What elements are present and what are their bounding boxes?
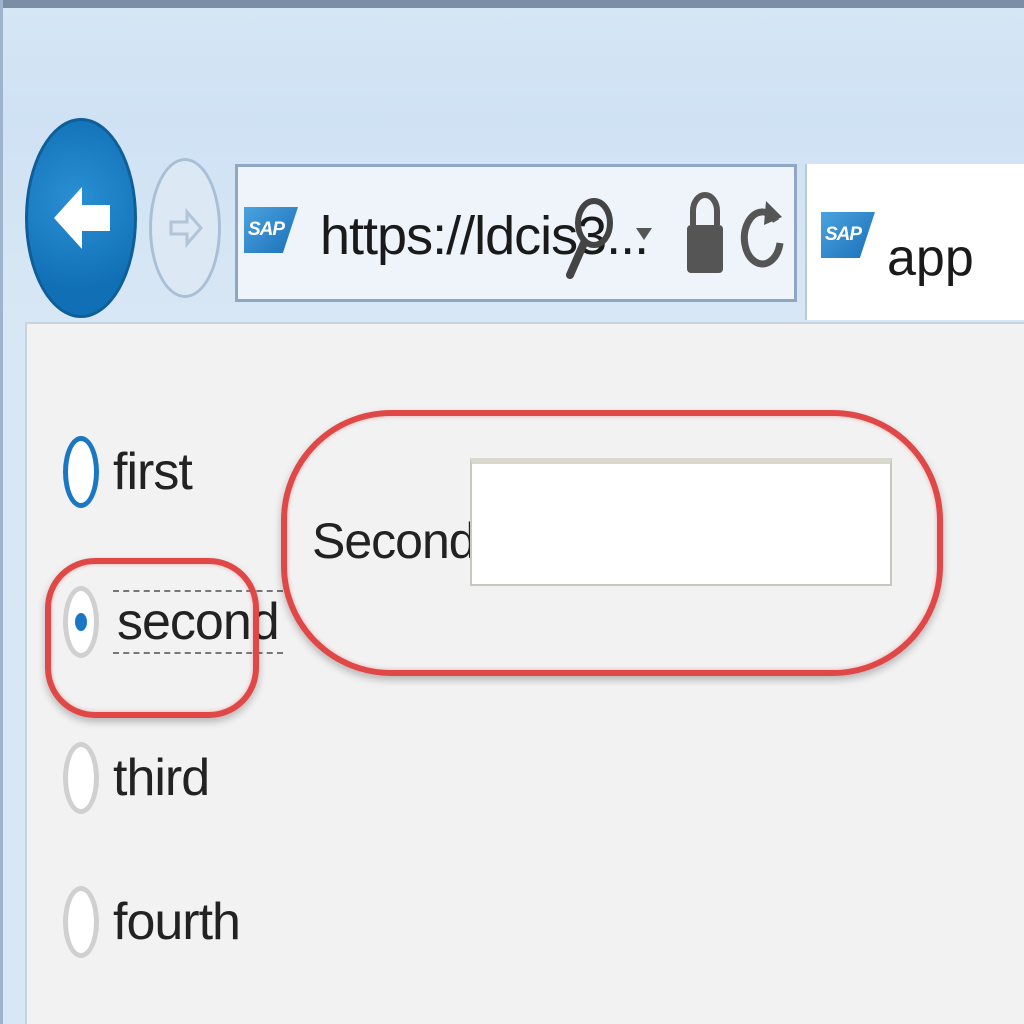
radio-option-first[interactable]: first (63, 436, 193, 508)
radio-button[interactable] (63, 742, 99, 814)
page-content: first second third fourth Second: (25, 322, 1024, 1024)
radio-label: fourth (113, 893, 241, 951)
refresh-icon[interactable] (738, 191, 786, 277)
radio-label: first (113, 443, 193, 501)
window-top-edge (3, 0, 1024, 8)
browser-tab[interactable]: SAP app (805, 164, 1024, 320)
highlight-field-group (281, 410, 943, 676)
radio-button[interactable] (63, 886, 99, 958)
browser-window: SAP https://ldcis3... SAP app first seco… (0, 0, 1024, 1024)
radio-option-fourth[interactable]: fourth (63, 886, 241, 958)
address-bar[interactable]: SAP https://ldcis3... (235, 164, 797, 302)
highlight-selected-radio (45, 558, 259, 718)
radio-option-third[interactable]: third (63, 742, 210, 814)
forward-button[interactable] (149, 158, 221, 298)
dropdown-arrow-icon[interactable] (634, 225, 654, 243)
tab-title: app (887, 229, 974, 287)
sap-logo-text: SAP (825, 224, 862, 245)
radio-button[interactable] (63, 436, 99, 508)
sap-logo-icon: SAP (244, 207, 298, 253)
arrow-right-icon (169, 208, 203, 248)
back-button[interactable] (25, 118, 137, 318)
arrow-left-icon (54, 187, 110, 249)
radio-label: third (113, 749, 210, 807)
sap-logo-text: SAP (248, 219, 285, 240)
lock-icon[interactable] (684, 191, 726, 277)
search-icon[interactable] (564, 197, 616, 281)
sap-logo-icon: SAP (821, 212, 875, 258)
